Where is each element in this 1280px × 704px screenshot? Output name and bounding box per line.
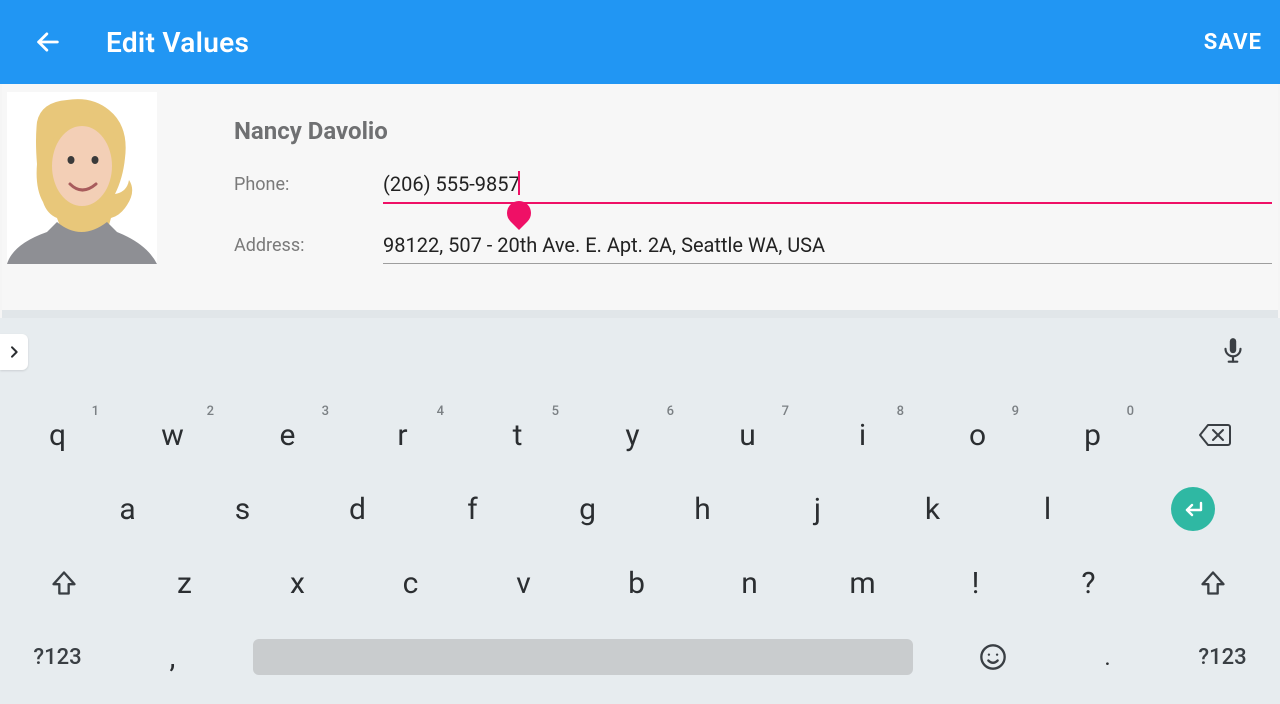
shift-icon [1199, 569, 1227, 597]
key-k[interactable]: k [875, 474, 990, 544]
key-l[interactable]: l [990, 474, 1105, 544]
key-question[interactable]: ? [1032, 548, 1145, 618]
contact-name: Nancy Davolio [234, 117, 388, 145]
key-w[interactable]: w2 [115, 400, 230, 470]
key-y[interactable]: y6 [575, 400, 690, 470]
keyboard-expand-button[interactable] [0, 334, 28, 370]
microphone-icon [1220, 336, 1246, 366]
key-g[interactable]: g [530, 474, 645, 544]
chevron-right-icon [6, 344, 22, 360]
keyboard-row-1: q1 w2 e3 r4 t5 y6 u7 i8 o9 p0 [0, 400, 1280, 470]
section-divider [2, 310, 1278, 318]
page-title: Edit Values [106, 26, 249, 59]
key-n[interactable]: n [693, 548, 806, 618]
emoji-icon [979, 643, 1007, 671]
keyboard-row-4: ?123 , . ?123 [0, 622, 1280, 692]
key-o[interactable]: o9 [920, 400, 1035, 470]
app-bar: Edit Values SAVE [0, 0, 1280, 84]
key-v[interactable]: v [467, 548, 580, 618]
phone-input[interactable] [383, 170, 1272, 204]
key-backspace[interactable] [1150, 400, 1280, 470]
key-symbols-left[interactable]: ?123 [0, 622, 115, 692]
key-emoji[interactable] [935, 622, 1050, 692]
key-r[interactable]: r4 [345, 400, 460, 470]
key-x[interactable]: x [241, 548, 354, 618]
avatar [7, 92, 157, 264]
key-u[interactable]: u7 [690, 400, 805, 470]
keyboard-suggestion-bar [0, 318, 1280, 384]
keyboard-row-3: z x c v b n m ! ? [0, 548, 1280, 618]
key-z[interactable]: z [128, 548, 241, 618]
phone-label: Phone: [234, 174, 289, 195]
key-d[interactable]: d [300, 474, 415, 544]
key-e[interactable]: e3 [230, 400, 345, 470]
key-j[interactable]: j [760, 474, 875, 544]
arrow-left-icon [34, 28, 62, 56]
back-button[interactable] [34, 28, 62, 56]
key-shift-right[interactable] [1145, 548, 1280, 618]
voice-input-button[interactable] [1220, 336, 1246, 366]
key-q[interactable]: q1 [0, 400, 115, 470]
text-cursor [518, 171, 520, 195]
key-b[interactable]: b [580, 548, 693, 618]
address-input[interactable] [383, 231, 1272, 264]
onscreen-keyboard: q1 w2 e3 r4 t5 y6 u7 i8 o9 p0 a s d f g … [0, 318, 1280, 704]
key-exclaim[interactable]: ! [919, 548, 1032, 618]
key-i[interactable]: i8 [805, 400, 920, 470]
key-f[interactable]: f [415, 474, 530, 544]
key-s[interactable]: s [185, 474, 300, 544]
key-h[interactable]: h [645, 474, 760, 544]
shift-icon [50, 569, 78, 597]
address-label: Address: [234, 235, 304, 256]
key-space[interactable] [230, 622, 935, 692]
key-a[interactable]: a [70, 474, 185, 544]
key-t[interactable]: t5 [460, 400, 575, 470]
key-c[interactable]: c [354, 548, 467, 618]
save-button[interactable]: SAVE [1204, 30, 1262, 55]
enter-icon [1181, 499, 1205, 519]
form-card: Nancy Davolio Phone: Address: [2, 84, 1278, 310]
key-comma[interactable]: , [115, 622, 230, 692]
backspace-icon [1198, 422, 1232, 448]
key-period[interactable]: . [1050, 622, 1165, 692]
key-p[interactable]: p0 [1035, 400, 1150, 470]
key-shift-left[interactable] [0, 548, 128, 618]
key-symbols-right[interactable]: ?123 [1165, 622, 1280, 692]
key-m[interactable]: m [806, 548, 919, 618]
key-enter[interactable] [1105, 474, 1280, 544]
keyboard-row-2: a s d f g h j k l [0, 474, 1280, 544]
